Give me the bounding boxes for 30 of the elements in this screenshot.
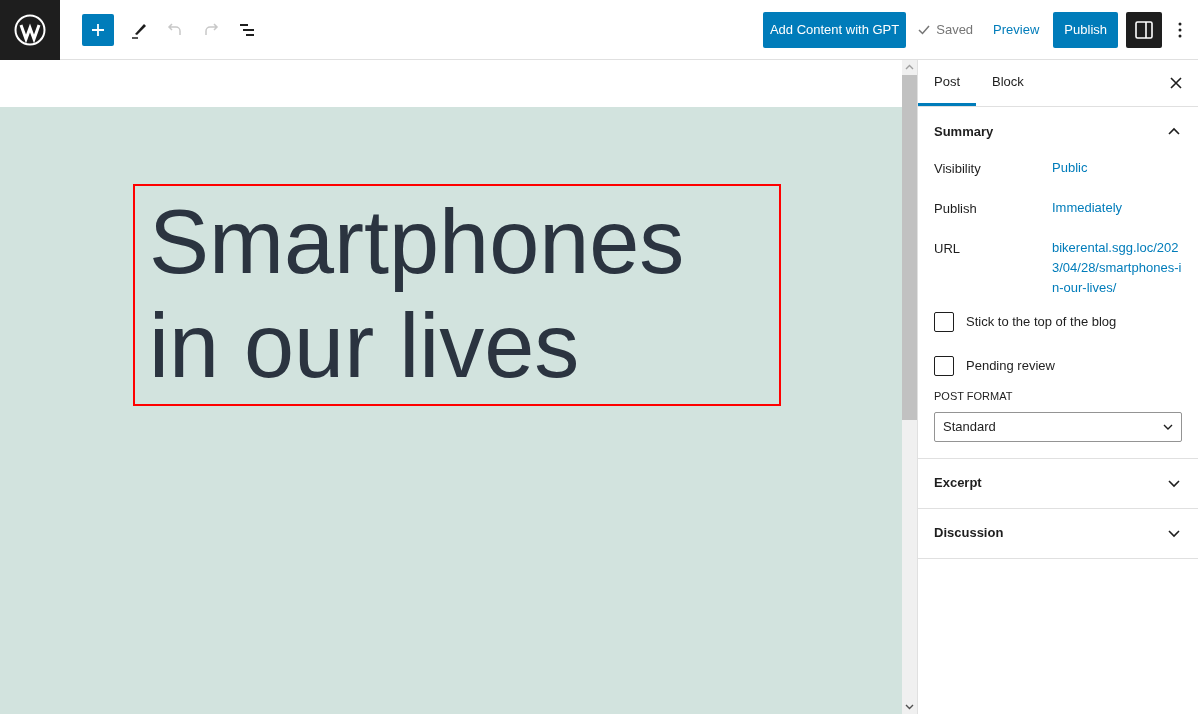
checkbox-label: Pending review bbox=[966, 357, 1055, 376]
chevron-down-icon bbox=[1163, 423, 1173, 430]
checkmark-icon bbox=[918, 24, 931, 35]
wordpress-logo-icon[interactable] bbox=[0, 0, 60, 60]
post-format-dropdown[interactable]: Standard bbox=[934, 411, 1182, 442]
post-title[interactable]: Smartphones in our lives bbox=[133, 184, 781, 406]
field-value-link[interactable]: bikerental.sgg.loc/2023/04/28/smartphones-in-our-lives/ bbox=[1052, 238, 1182, 298]
field-label: URL bbox=[934, 240, 961, 258]
add-content-button[interactable]: Add Content with GPT bbox=[762, 11, 907, 48]
post-format-label: POST FORMAT bbox=[934, 389, 1014, 404]
settings-toggle-button[interactable] bbox=[1126, 11, 1162, 48]
checkbox[interactable] bbox=[934, 312, 954, 332]
publish-button[interactable]: Publish bbox=[1053, 11, 1118, 48]
panel-header[interactable]: Excerpt bbox=[918, 458, 1198, 508]
preview-button[interactable]: Preview bbox=[993, 19, 1040, 40]
panel-header[interactable]: Summary bbox=[918, 107, 1198, 156]
checkbox-label: Stick to the top of the blog bbox=[966, 313, 1117, 332]
saved-status: Saved bbox=[936, 20, 974, 39]
field-label: Publish bbox=[934, 200, 978, 218]
sidebar-tab[interactable]: Block bbox=[976, 60, 1040, 106]
add-block-button[interactable] bbox=[82, 13, 114, 46]
panel-header[interactable]: Discussion bbox=[918, 508, 1198, 558]
field-label: Visibility bbox=[934, 160, 982, 178]
checkbox[interactable] bbox=[934, 356, 954, 376]
sidebar-tab[interactable]: Post bbox=[918, 60, 976, 106]
scroll-down-icon[interactable] bbox=[905, 704, 914, 710]
scrollbar[interactable] bbox=[902, 60, 917, 714]
field-value-link[interactable]: Immediately bbox=[1052, 198, 1182, 218]
field-value-link[interactable]: Public bbox=[1052, 158, 1182, 178]
sidebar-panel-icon bbox=[1135, 20, 1153, 39]
